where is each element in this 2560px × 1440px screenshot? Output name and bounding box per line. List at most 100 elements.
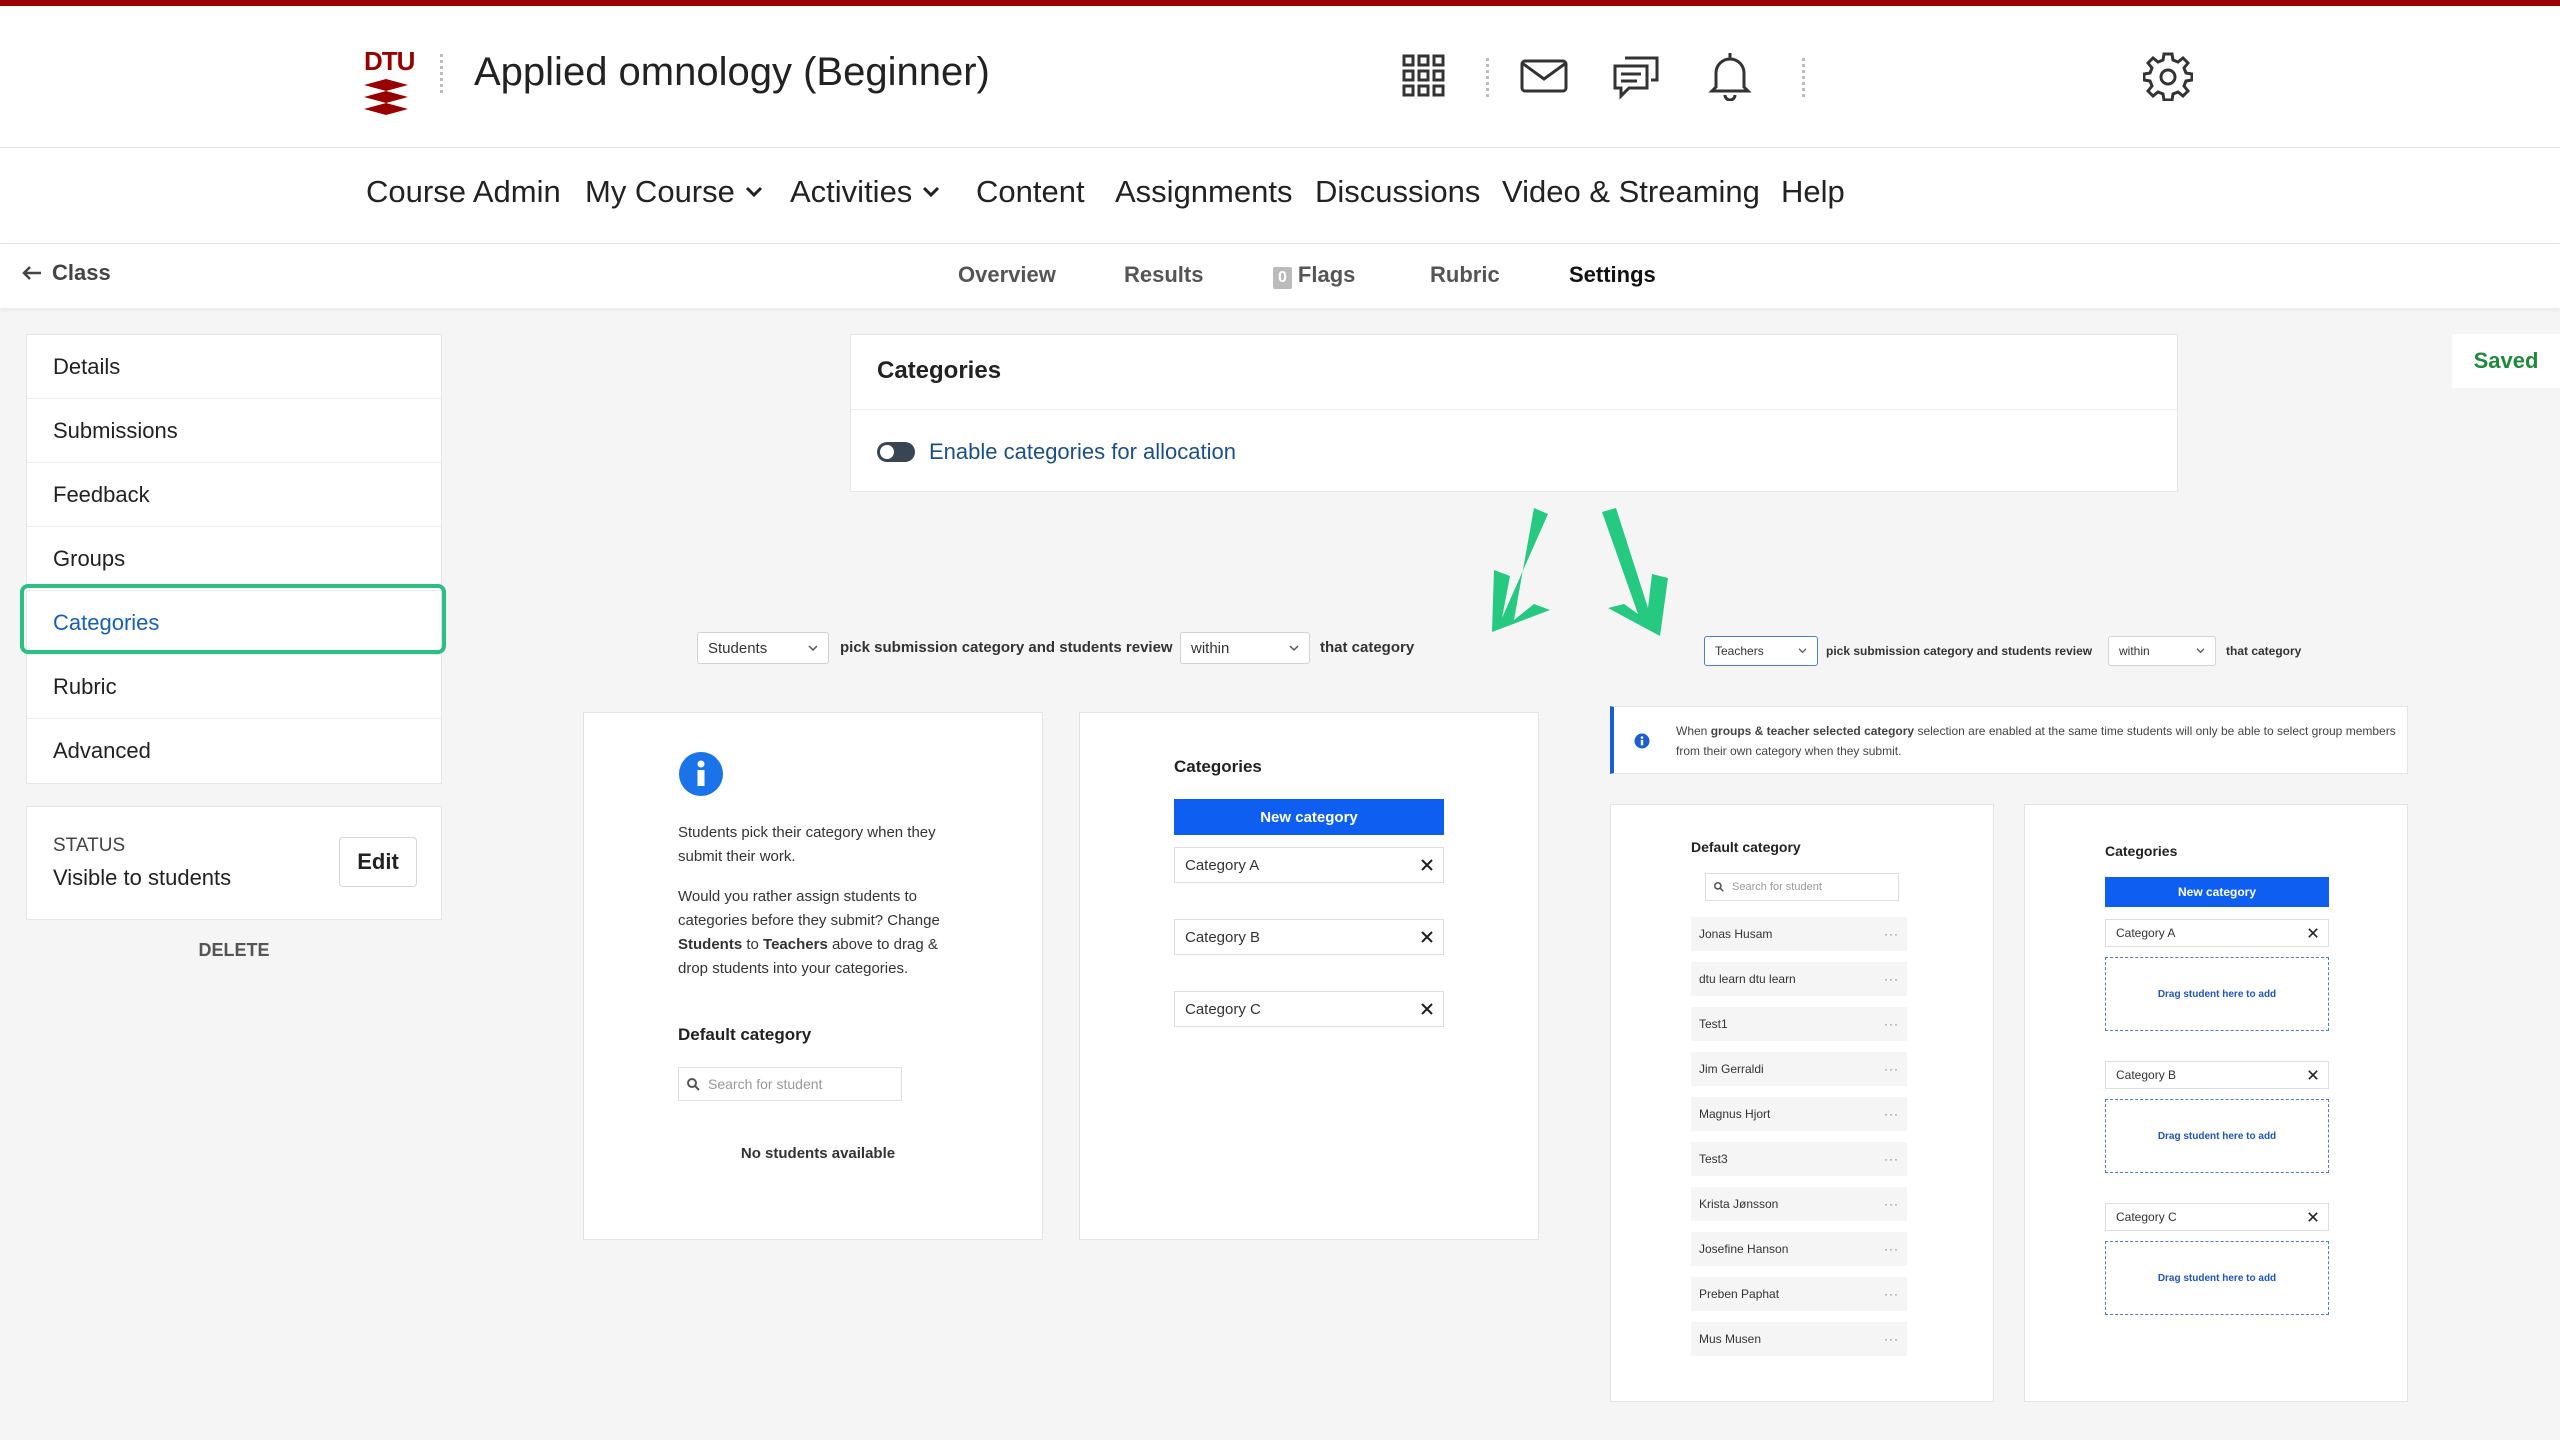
drop-zone[interactable]: Drag student here to add [2105,1241,2329,1315]
student-row[interactable]: Test1 ··· [1691,1007,1907,1041]
tab-settings[interactable]: Settings [1569,262,1656,288]
enable-categories-label: Enable categories for allocation [929,439,1236,464]
close-icon[interactable] [1421,931,1433,943]
more-options-icon[interactable]: ··· [1884,972,1899,986]
drop-zone[interactable]: Drag student here to add [2105,1099,2329,1173]
search-icon [1714,882,1724,892]
card-divider [851,409,2177,410]
student-row[interactable]: Jonas Husam ··· [1691,917,1907,951]
nav-video-streaming[interactable]: Video & Streaming [1502,174,1760,210]
course-title[interactable]: Applied omnology (Beginner) [474,50,990,95]
apps-grid-icon[interactable] [1398,50,1450,102]
nav-course-admin[interactable]: Course Admin [366,174,561,210]
student-name: Josefine Hanson [1699,1242,1789,1256]
more-options-icon[interactable]: ··· [1884,1242,1899,1256]
delete-button[interactable]: DELETE [26,940,442,961]
categories-card: Categories Enable categories for allocat… [850,334,2178,492]
notice-text-bold: groups & teacher selected category [1710,724,1915,738]
tab-flags[interactable]: 0 Flags [1273,262,1355,289]
student-row[interactable]: Jim Gerraldi ··· [1691,1052,1907,1086]
close-icon[interactable] [2308,928,2318,938]
info-bold-students: Students [678,936,743,953]
close-icon[interactable] [2308,1070,2318,1080]
who-select-teachers[interactable]: Teachers [1704,636,1818,666]
sidebar-item-submissions[interactable]: Submissions [27,399,441,463]
back-to-class[interactable]: Class [22,260,111,286]
category-row[interactable]: Category B [2105,1061,2329,1089]
sidebar-item-categories[interactable]: Categories [27,591,441,655]
chevron-down-icon [745,186,762,198]
student-name: Test3 [1699,1152,1728,1166]
enable-categories-row[interactable]: Enable categories for allocation [877,439,1236,465]
sidebar-item-advanced[interactable]: Advanced [27,719,441,783]
who-select-students[interactable]: Students [697,632,829,664]
more-options-icon[interactable]: ··· [1884,1332,1899,1346]
status-value: Visible to students [53,865,232,890]
student-row[interactable]: Test3 ··· [1691,1142,1907,1176]
student-name: dtu learn dtu learn [1699,972,1796,986]
student-name: Jonas Husam [1699,927,1773,941]
chat-icon[interactable] [1610,50,1662,102]
info-bold-teachers: Teachers [763,936,828,953]
student-row[interactable]: Preben Paphat ··· [1691,1277,1907,1311]
nav-my-course[interactable]: My Course [585,174,763,210]
category-name: Category A [2116,926,2176,940]
category-row[interactable]: Category B [1174,919,1444,955]
more-options-icon[interactable]: ··· [1884,1107,1899,1121]
mail-icon[interactable] [1518,50,1570,102]
close-icon[interactable] [2308,1212,2318,1222]
student-row[interactable]: Josefine Hanson ··· [1691,1232,1907,1266]
student-row[interactable]: dtu learn dtu learn ··· [1691,962,1907,996]
category-row[interactable]: Category C [1174,991,1444,1027]
sidebar-item-groups[interactable]: Groups [27,527,441,591]
student-name: Magnus Hjort [1699,1107,1771,1121]
header-divider [1802,58,1805,98]
nav-assignments[interactable]: Assignments [1115,174,1292,210]
sidebar-item-feedback[interactable]: Feedback [27,463,441,527]
drop-zone[interactable]: Drag student here to add [2105,957,2329,1031]
student-info-panel: Students pick their category when they s… [583,712,1043,1240]
gear-icon[interactable] [2142,50,2194,102]
arrow-left-icon [22,266,41,280]
more-options-icon[interactable]: ··· [1884,1062,1899,1076]
tab-overview[interactable]: Overview [958,262,1056,288]
more-options-icon[interactable]: ··· [1884,1152,1899,1166]
new-category-button[interactable]: New category [1174,799,1444,835]
search-student-input[interactable]: Search for student [1705,873,1899,901]
scope-select-within[interactable]: within [1180,632,1310,664]
nav-label: Assignments [1115,174,1293,209]
edit-status-button[interactable]: Edit [339,837,417,887]
rule-end-text: that category [2226,644,2302,658]
search-student-input[interactable]: Search for student [678,1067,902,1101]
dtu-logo[interactable]: DTU [364,46,415,116]
student-row[interactable]: Mus Musen ··· [1691,1322,1907,1356]
enable-categories-toggle[interactable] [877,442,915,462]
nav-content[interactable]: Content [976,174,1085,210]
close-icon[interactable] [1421,1003,1433,1015]
new-category-button[interactable]: New category [2105,877,2329,907]
sidebar-item-rubric[interactable]: Rubric [27,655,441,719]
nav-label: Content [976,174,1085,209]
tab-results[interactable]: Results [1124,262,1203,288]
category-row[interactable]: Category A [2105,919,2329,947]
sidebar-item-details[interactable]: Details [27,335,441,399]
category-name: Category C [1185,1000,1261,1018]
more-options-icon[interactable]: ··· [1884,1287,1899,1301]
select-value: Teachers [1715,644,1764,658]
nav-help[interactable]: Help [1781,174,1845,210]
student-row[interactable]: Krista Jønsson ··· [1691,1187,1907,1221]
category-name: Category C [2116,1210,2177,1224]
nav-activities[interactable]: Activities [790,174,940,210]
scope-select-within[interactable]: within [2108,636,2216,666]
select-value: Students [708,639,768,657]
more-options-icon[interactable]: ··· [1884,1197,1899,1211]
more-options-icon[interactable]: ··· [1884,927,1899,941]
bell-icon[interactable] [1704,50,1756,102]
category-row[interactable]: Category A [1174,847,1444,883]
nav-discussions[interactable]: Discussions [1315,174,1480,210]
close-icon[interactable] [1421,859,1433,871]
category-row[interactable]: Category C [2105,1203,2329,1231]
tab-rubric[interactable]: Rubric [1430,262,1500,288]
more-options-icon[interactable]: ··· [1884,1017,1899,1031]
student-row[interactable]: Magnus Hjort ··· [1691,1097,1907,1131]
